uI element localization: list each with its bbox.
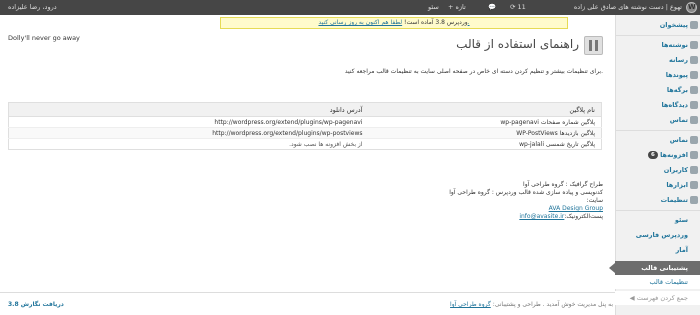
settings-icon [690,196,698,204]
table-header-row: آدرس دانلود نام پلاگین [8,102,602,117]
menu-seo[interactable]: سئو [615,213,700,227]
menu-links[interactable]: پیوندها [615,68,700,82]
site-link[interactable]: AVA Design Group [549,205,603,212]
menu-users[interactable]: کاربران [615,163,700,177]
menu-stats[interactable]: آمار [615,243,700,257]
table-row: http://wordpress.org/extend/plugins/wp-p… [8,116,602,128]
pages-icon [690,86,698,94]
menu-contact[interactable]: تماس [615,113,700,127]
site-name-link[interactable]: تهوع | دست نوشته های صادق علی زاده [574,3,682,11]
plugins-update-badge: 6 [648,151,658,159]
media-icon [690,56,698,64]
plugins-table: آدرس دانلود نام پلاگین http://wordpress.… [8,102,602,150]
column-name: نام پلاگین [368,102,602,117]
admin-bar: تهوع | دست نوشته های صادق علی زاده ⟳ 11 … [0,0,700,15]
plugin-name: پلاگین شماره صفحات wp-pagenavi [368,116,602,128]
collapse-menu-button[interactable]: ◀ جمع کردن فهرست [615,291,700,305]
menu-appearance[interactable]: نماس [615,133,700,147]
admin-footer: به پنل مدیریت خوش آمدید . طراحی و پشتیبا… [0,292,615,312]
posts-icon [690,41,698,49]
theme-credits: طراح گرافیک : گروه طراحی آوا کدنویسی و پ… [303,181,603,221]
column-url: آدرس دانلود [8,102,369,117]
coder-credit: کدنویسی و پیاده سازی شده قالب وردپرس : گ… [449,189,603,196]
menu-wp-farsi[interactable]: وردپرس فارسی [615,228,700,242]
footer-group-link[interactable]: گروه طراحی آوا [450,301,491,308]
email-link[interactable]: info@avasite.ir [519,213,564,220]
new-content-menu[interactable]: + تازه [448,3,466,11]
contact-icon [690,116,698,124]
appearance-icon [690,136,698,144]
menu-pages[interactable]: برگه‌ها [615,83,700,97]
menu-tools[interactable]: ابزارها [615,178,700,192]
menu-settings[interactable]: تنظیمات [615,193,700,207]
plugin-url: http://wordpress.org/extend/plugins/wp-p… [8,116,369,128]
dashboard-icon [690,21,698,29]
menu-plugins[interactable]: 6 افزونه‌ها [615,148,700,162]
table-row: http://wordpress.org/extend/plugins/wp-p… [8,127,602,139]
tools-icon [690,181,698,189]
menu-theme-support[interactable]: پشتیبانی قالب [609,261,700,275]
comments-icon[interactable]: 💬 [488,3,496,11]
designer-credit: طراح گرافیک : گروه طراحی آوا [523,181,603,188]
wordpress-logo-icon[interactable] [686,2,697,13]
plugin-name: پلاگین تاریخ شمسی wp-jalali [368,138,602,150]
menu-comments[interactable]: دیدگاه‌ها [615,98,700,112]
footer-version-link[interactable]: دریافت نگارش 3.8 [8,301,64,308]
plugin-name: پلاگین بازدیدها WP-PostViews [368,127,602,139]
update-notice: وردپرس 3.8 آماده است! لطفا هم اکنون به ر… [220,17,568,29]
footer-thanks: به پنل مدیریت خوش آمدید . طراحی و پشتیبا… [450,301,613,308]
plugin-url: http://wordpress.org/extend/plugins/wp-p… [8,127,369,139]
update-notice-text: وردپرس 3.8 آماده است! [404,19,468,26]
admin-menu: پیشخوان نوشته‌ها رسانه پیوندها برگه‌ها د… [609,15,700,315]
howdy-user-menu[interactable]: درود، رضا علیزاده [8,3,57,11]
seo-menu[interactable]: سئو [428,3,439,11]
plugin-note: از بخش افزونه ها نصب شود. [8,138,369,150]
links-icon [690,71,698,79]
email-credit: پست‌الکترونیک:info@avasite.ir [519,213,603,220]
menu-media[interactable]: رسانه [615,53,700,67]
table-row: از بخش افزونه ها نصب شود. پلاگین تاریخ ش… [8,138,602,150]
submenu-theme-settings[interactable]: تنظیمات قالب [615,275,700,289]
users-icon [690,166,698,174]
plugins-icon [690,151,698,159]
collapse-icon: ◀ [629,294,637,302]
menu-dashboard[interactable]: پیشخوان [615,18,700,32]
site-credit: سایت: AVA Design Group [548,197,603,212]
menu-posts[interactable]: نوشته‌ها [615,38,700,52]
tools-icon [584,36,603,55]
comments-icon [690,101,698,109]
intro-text: برای تنظیمات بیشتر و تنظیم کردن دسته ای … [344,68,603,75]
refresh-icon: ⟳ [510,3,516,11]
updates-counter[interactable]: ⟳ 11 [510,3,526,11]
hello-dolly-lyric: Dolly'll never go away [8,34,80,42]
page-title: راهنمای استفاده از قالب [456,37,579,51]
